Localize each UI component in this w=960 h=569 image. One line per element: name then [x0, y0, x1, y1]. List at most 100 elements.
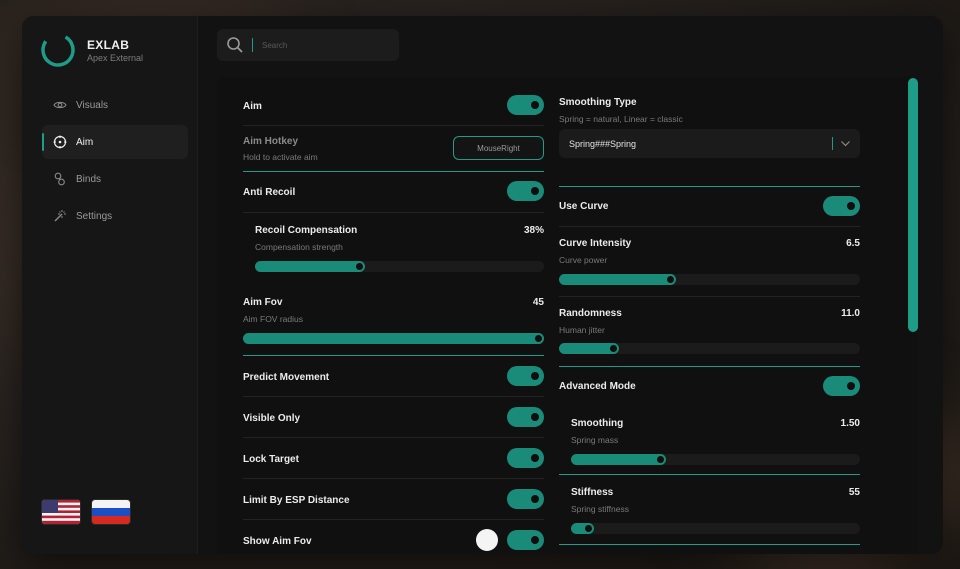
app-window: EXLAB Apex External Visuals Aim Binds Se…	[22, 16, 943, 554]
limit-esp-label: Limit By ESP Distance	[243, 495, 350, 506]
recoil-compensation-value: 38%	[523, 225, 544, 236]
aim-fov-row: Aim Fov 45 Aim FOV radius	[243, 285, 544, 356]
aim-fov-value: 45	[532, 297, 544, 308]
stiffness-value: 55	[848, 487, 860, 498]
slider-knob[interactable]	[666, 275, 675, 284]
sidebar-item-settings[interactable]: Settings	[42, 199, 188, 233]
curve-intensity-value: 6.5	[846, 238, 860, 249]
sidebar-item-label: Binds	[76, 173, 102, 185]
scrollbar[interactable]	[908, 78, 918, 332]
wand-icon	[53, 209, 67, 223]
smoothing-label: Smoothing	[571, 418, 624, 429]
slider-fill	[243, 333, 544, 344]
use-curve-row: Use Curve	[559, 187, 860, 227]
search-bar	[217, 29, 399, 61]
app-name: EXLAB	[87, 38, 130, 52]
randomness-desc: Human jitter	[559, 325, 605, 335]
visible-only-label: Visible Only	[243, 413, 301, 424]
lock-target-label: Lock Target	[243, 454, 299, 465]
color-picker-swatch[interactable]	[476, 529, 498, 551]
recoil-compensation-slider[interactable]	[255, 261, 544, 272]
curve-intensity-label: Curve Intensity	[559, 238, 632, 249]
anti-recoil-toggle[interactable]	[507, 181, 544, 201]
recoil-compensation-desc: Compensation strength	[255, 242, 343, 252]
slider-fill	[559, 274, 676, 285]
sidebar-item-label: Aim	[76, 136, 94, 148]
app-subtitle: Apex External	[87, 53, 144, 63]
stiffness-label: Stiffness	[571, 487, 614, 498]
randomness-value: 11.0	[841, 308, 860, 319]
smoothing-slider[interactable]	[571, 454, 860, 465]
slider-knob[interactable]	[584, 524, 593, 533]
lock-target-toggle[interactable]	[507, 448, 544, 468]
anti-recoil-label: Anti Recoil	[243, 187, 296, 198]
advanced-mode-row: Advanced Mode	[559, 367, 860, 405]
limit-esp-toggle[interactable]	[507, 489, 544, 509]
smoothing-type-select[interactable]: Spring###Spring	[559, 129, 860, 158]
smoothing-value: 1.50	[840, 418, 860, 429]
language-selector	[42, 500, 130, 524]
slider-fill	[255, 261, 365, 272]
chevron-down-icon	[841, 141, 850, 147]
eye-icon	[53, 98, 67, 112]
us-flag-icon[interactable]	[42, 500, 80, 524]
predict-movement-toggle[interactable]	[507, 366, 544, 386]
show-aim-fov-row: Show Aim Fov	[243, 520, 544, 554]
slider-knob[interactable]	[534, 334, 543, 343]
smoothing-type-desc: Spring = natural, Linear = classic	[559, 114, 683, 124]
aim-label: Aim	[243, 101, 262, 112]
visible-only-toggle[interactable]	[507, 407, 544, 427]
randomness-label: Randomness	[559, 308, 622, 319]
settings-panel: Aim Aim Hotkey Hold to activate aim Mous…	[217, 77, 918, 554]
aim-hotkey-row: Aim Hotkey Hold to activate aim MouseRig…	[243, 126, 544, 172]
randomness-row: Randomness 11.0 Human jitter	[559, 297, 860, 367]
show-aim-fov-label: Show Aim Fov	[243, 536, 312, 547]
slider-knob[interactable]	[609, 344, 618, 353]
sidebar-item-aim[interactable]: Aim	[42, 125, 188, 159]
slider-knob[interactable]	[656, 455, 665, 464]
sidebar: EXLAB Apex External Visuals Aim Binds Se…	[22, 16, 198, 554]
aim-toggle[interactable]	[507, 95, 544, 115]
left-column: Aim Aim Hotkey Hold to activate aim Mous…	[243, 77, 544, 554]
search-icon	[227, 37, 243, 53]
show-aim-fov-toggle[interactable]	[507, 530, 544, 550]
smoothing-row: Smoothing 1.50 Spring mass	[559, 405, 860, 475]
sidebar-nav: Visuals Aim Binds Settings	[42, 88, 188, 236]
search-cursor	[252, 38, 253, 52]
lock-target-row: Lock Target	[243, 438, 544, 479]
visible-only-row: Visible Only	[243, 397, 544, 438]
stiffness-row: Stiffness 55 Spring stiffness	[559, 475, 860, 545]
randomness-slider[interactable]	[559, 343, 860, 354]
aim-hotkey-label: Aim Hotkey	[243, 136, 299, 147]
ru-flag-icon[interactable]	[92, 500, 130, 524]
sidebar-item-visuals[interactable]: Visuals	[42, 88, 188, 122]
smoothing-desc: Spring mass	[571, 435, 619, 445]
recoil-compensation-row: Recoil Compensation 38% Compensation str…	[243, 213, 544, 285]
use-curve-label: Use Curve	[559, 201, 609, 212]
advanced-mode-toggle[interactable]	[823, 376, 860, 396]
search-input[interactable]	[262, 40, 382, 50]
slider-fill	[571, 454, 666, 465]
use-curve-toggle[interactable]	[823, 196, 860, 216]
aim-hotkey-desc: Hold to activate aim	[243, 152, 318, 162]
aim-row: Aim	[243, 77, 544, 126]
right-column: Smoothing Type Spring = natural, Linear …	[559, 77, 860, 545]
smoothing-type-label: Smoothing Type	[559, 97, 637, 108]
recoil-compensation-label: Recoil Compensation	[255, 225, 358, 236]
smoothing-type-selected: Spring###Spring	[569, 138, 637, 149]
predict-movement-row: Predict Movement	[243, 356, 544, 397]
sidebar-item-label: Settings	[76, 210, 113, 222]
aim-fov-slider[interactable]	[243, 333, 544, 344]
sidebar-item-binds[interactable]: Binds	[42, 162, 188, 196]
curve-intensity-slider[interactable]	[559, 274, 860, 285]
aim-fov-label: Aim Fov	[243, 297, 283, 308]
logo-icon	[41, 33, 75, 67]
curve-intensity-desc: Curve power	[559, 255, 608, 265]
sidebar-item-label: Visuals	[76, 99, 109, 111]
curve-intensity-row: Curve Intensity 6.5 Curve power	[559, 227, 860, 297]
crosshair-icon	[53, 135, 67, 149]
stiffness-slider[interactable]	[571, 523, 860, 534]
link-icon	[53, 172, 67, 186]
hotkey-button[interactable]: MouseRight	[453, 136, 544, 160]
slider-knob[interactable]	[355, 262, 364, 271]
